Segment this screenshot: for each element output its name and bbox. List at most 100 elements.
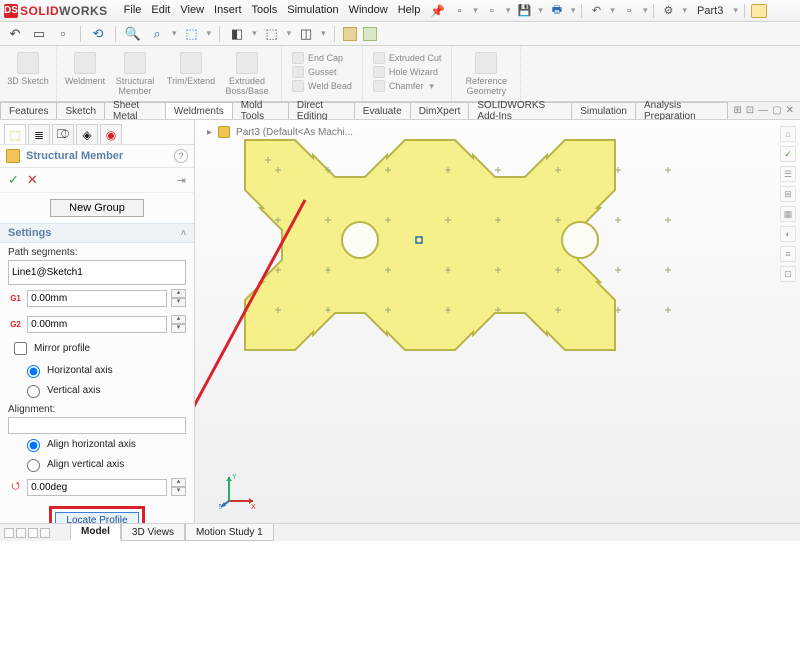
undo-history-icon[interactable]: ↶ [6,25,24,43]
menu-edit[interactable]: Edit [151,4,170,18]
open-doc-icon[interactable]: ▫ [484,3,500,19]
tab-evaluate[interactable]: Evaluate [354,102,411,119]
g2-spinner[interactable]: ▴▾ [171,315,186,333]
pushpin-icon[interactable]: ⇥ [177,174,186,187]
angle-input[interactable] [27,479,167,496]
path-segments-input[interactable] [8,260,186,285]
perspective-icon[interactable]: ⬚ [263,25,281,43]
prev-tab-icon[interactable] [4,528,14,538]
expand-panel-icon[interactable]: ⊞ [733,105,741,116]
search-input[interactable] [781,5,787,17]
cmd-weld-bead[interactable]: Weld Bead [292,80,352,92]
g1-offset-input[interactable] [27,290,167,307]
cmd-extruded-cut[interactable]: Extruded Cut [373,52,442,64]
section-icon[interactable]: ◫ [297,25,315,43]
feature-manager-tab[interactable]: ⬚ [4,124,26,144]
tab-features[interactable]: Features [0,102,57,119]
settings-section-header[interactable]: Settings˄ [0,223,194,243]
tab-simulation[interactable]: Simulation [571,102,636,119]
mirror-profile-checkbox[interactable] [14,342,27,355]
dimxpert-manager-tab[interactable]: ◈ [76,124,98,144]
cmd-3d-sketch[interactable]: 3D Sketch [6,50,50,86]
angle-spinner[interactable]: ▴▾ [171,478,186,496]
close-icon[interactable]: ✕ [786,105,794,116]
graphics-viewport[interactable]: ▸ Part3 (Default<As Machi... [195,120,800,541]
property-manager-tab[interactable]: ≣ [28,124,50,144]
home-pane-icon[interactable]: ⌂ [780,126,796,142]
select-icon[interactable]: ▭ [30,25,48,43]
cmd-end-cap[interactable]: End Cap [292,52,352,64]
shaded-icon[interactable]: ◧ [228,25,246,43]
save-icon[interactable]: 💾 [516,3,532,19]
tab-weldments[interactable]: Weldments [165,102,233,119]
tree-expand-icon[interactable]: ▸ [207,127,212,138]
zoom-fit-icon[interactable]: 🔍 [124,25,142,43]
box1-icon[interactable] [343,27,357,41]
cmd-weldment[interactable]: Weldment [63,50,107,86]
last-tab-icon[interactable] [28,528,38,538]
appearance-pane-icon[interactable]: ◐ [780,226,796,242]
tab-directediting[interactable]: Direct Editing [288,102,355,119]
tab-addins[interactable]: SOLIDWORKS Add-Ins [468,102,572,119]
menu-simulation[interactable]: Simulation [287,4,338,18]
rebuild-icon[interactable]: ⟲ [89,25,107,43]
g1-spinner[interactable]: ▴▾ [171,289,186,307]
menu-view[interactable]: View [180,4,204,18]
next-tab-icon[interactable] [40,528,50,538]
menu-tools[interactable]: Tools [252,4,278,18]
align-vertical-radio[interactable] [27,459,40,472]
menu-help[interactable]: Help [398,4,421,18]
custom-props-icon[interactable]: ≡ [780,246,796,262]
cmd-extruded-boss[interactable]: Extruded Boss/Base [219,50,275,96]
menu-insert[interactable]: Insert [214,4,242,18]
config-manager-tab[interactable]: ⎄ [52,124,74,144]
restore-panel-icon[interactable]: ⊡ [746,105,754,116]
cmd-chamfer[interactable]: Chamfer▾ [373,80,442,92]
folder-icon[interactable] [751,4,767,18]
pin-icon[interactable]: 📌 [430,4,445,18]
redo-icon[interactable]: ▫ [621,3,637,19]
view-cube-icon[interactable]: ⬚ [183,25,201,43]
minimize-icon[interactable]: — [758,105,768,116]
bottom-tab-motionstudy[interactable]: Motion Study 1 [185,524,274,541]
zoom-window-icon[interactable]: ⌕ [148,25,166,43]
bottom-tab-model[interactable]: Model [70,524,121,541]
tab-analysisprep[interactable]: Analysis Preparation [635,102,728,119]
display-manager-tab[interactable]: ◉ [100,124,122,144]
tab-sketch[interactable]: Sketch [56,102,105,119]
horizontal-axis-radio[interactable] [27,365,40,378]
orientation-triad[interactable]: X Y Z [219,471,259,511]
g1-offset-icon: G1 [8,290,23,306]
cancel-button[interactable]: ✕ [27,172,38,188]
bottom-tab-3dviews[interactable]: 3D Views [121,524,185,541]
design-library-icon[interactable]: ☰ [780,166,796,182]
tab-sheetmetal[interactable]: Sheet Metal [104,102,166,119]
cmd-gusset[interactable]: Gusset [292,66,352,78]
vertical-axis-radio[interactable] [27,385,40,398]
alignment-input[interactable] [8,417,186,434]
box2-icon[interactable] [363,27,377,41]
help-icon[interactable]: ? [174,149,188,163]
undo-icon[interactable]: ↶ [588,3,604,19]
first-tab-icon[interactable] [16,528,26,538]
forum-pane-icon[interactable]: ⊡ [780,266,796,282]
cmd-hole-wizard[interactable]: Hole Wizard [373,66,442,78]
options-gear-icon[interactable]: ⚙ [660,3,676,19]
file-explorer-icon[interactable]: ⊞ [780,186,796,202]
new-doc-icon[interactable]: ▫ [451,3,467,19]
open-icon[interactable]: ▫ [54,25,72,43]
cmd-trim-extend[interactable]: Trim/Extend [163,50,219,86]
menu-file[interactable]: File [124,4,142,18]
print-icon[interactable]: 🖶 [549,3,565,19]
tab-dimxpert[interactable]: DimXpert [410,102,470,119]
help-pane-icon[interactable]: ✓ [780,146,796,162]
cmd-structural-member[interactable]: Structural Member [107,50,163,96]
tab-moldtools[interactable]: Mold Tools [232,102,289,119]
align-horizontal-radio[interactable] [27,439,40,452]
maximize-icon[interactable]: ▢ [772,105,781,116]
view-palette-icon[interactable]: ▦ [780,206,796,222]
menu-window[interactable]: Window [349,4,388,18]
ok-button[interactable]: ✓ [8,172,19,188]
g2-offset-input[interactable] [27,316,167,333]
new-group-button[interactable]: New Group [50,199,144,217]
